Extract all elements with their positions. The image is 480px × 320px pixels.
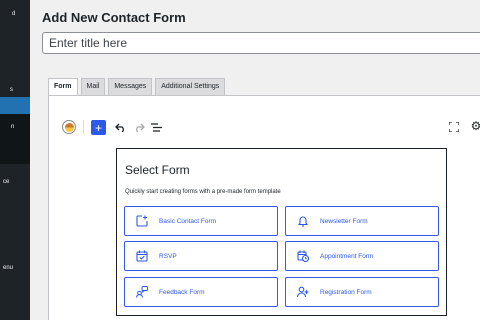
- gear-icon[interactable]: ⚙: [470, 119, 480, 133]
- redo-icon[interactable]: [133, 121, 145, 133]
- user-add-icon: [296, 285, 310, 299]
- form-editor-panel: + ⚙ Select Form Quickly start creating f…: [48, 95, 480, 320]
- tab-mail[interactable]: Mail: [80, 78, 106, 95]
- sidebar-submenu: n: [0, 114, 30, 164]
- new-form-icon: [135, 214, 149, 228]
- sidebar-item-active[interactable]: [0, 97, 30, 114]
- template-basic-contact-form[interactable]: Basic Contact Form: [124, 206, 278, 236]
- template-label: Appointment Form: [320, 252, 374, 260]
- template-label: Basic Contact Form: [159, 217, 217, 225]
- undo-icon[interactable]: [114, 121, 126, 133]
- calendar-clock-icon: [296, 249, 310, 263]
- template-registration-form[interactable]: Registration Form: [285, 277, 439, 307]
- template-label: Registration Form: [320, 288, 372, 296]
- calendar-check-icon: [135, 249, 149, 263]
- toolbar-divider: [83, 120, 84, 134]
- admin-sidebar: d s n ce enu: [0, 0, 30, 320]
- sidebar-submenu-fragment[interactable]: n: [11, 123, 14, 131]
- page-title: Add New Contact Form: [42, 10, 186, 25]
- plugin-logo-icon[interactable]: [62, 120, 76, 134]
- template-feedback-form[interactable]: Feedback Form: [124, 277, 278, 307]
- template-label: RSVP: [159, 252, 177, 260]
- sidebar-menu-fragment[interactable]: d: [12, 10, 15, 18]
- tab-additional-settings[interactable]: Additional Settings: [155, 78, 226, 95]
- template-rsvp[interactable]: RSVP: [124, 241, 278, 271]
- bell-icon: [296, 214, 310, 228]
- template-label: Feedback Form: [159, 288, 205, 296]
- sidebar-menu-fragment[interactable]: ce: [3, 178, 9, 186]
- add-block-button[interactable]: +: [91, 120, 106, 135]
- template-label: Newsletter Form: [320, 217, 368, 225]
- tab-form[interactable]: Form: [48, 78, 78, 96]
- list-view-icon[interactable]: [150, 121, 162, 133]
- template-appointment-form[interactable]: Appointment Form: [285, 241, 439, 271]
- sidebar-menu-fragment[interactable]: enu: [3, 264, 13, 272]
- select-form-title: Select Form: [125, 163, 190, 177]
- fullscreen-icon[interactable]: [448, 121, 460, 133]
- template-newsletter-form[interactable]: Newsletter Form: [285, 206, 439, 236]
- sidebar-active-pointer: [30, 101, 35, 111]
- tab-messages[interactable]: Messages: [108, 78, 153, 95]
- feedback-icon: [135, 285, 149, 299]
- select-form-subtitle: Quickly start creating forms with a pre-…: [125, 189, 281, 195]
- select-form-block: Select Form Quickly start creating forms…: [116, 148, 447, 316]
- sidebar-menu-fragment[interactable]: s: [10, 86, 13, 94]
- editor-tabs: Form Mail Messages Additional Settings: [48, 78, 228, 96]
- form-title-input[interactable]: [42, 32, 480, 54]
